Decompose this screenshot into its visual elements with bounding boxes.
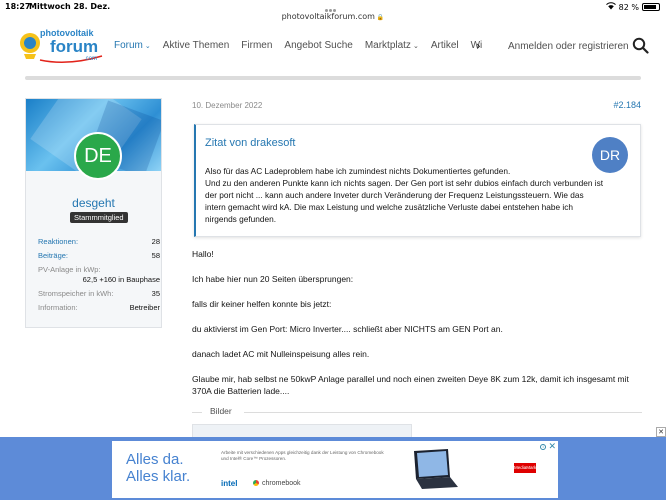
wifi-icon: [605, 2, 616, 12]
stat-row: Stromspeicher in kWh: 35: [38, 289, 160, 298]
ad-headline[interactable]: Alles da. Alles klar.: [126, 451, 190, 485]
nav-aktive-themen[interactable]: Aktive Themen: [163, 40, 230, 51]
login-register-link[interactable]: Anmelden oder registrieren: [508, 41, 629, 52]
attachments-header: Bilder: [192, 406, 642, 418]
chevron-down-icon[interactable]: ⌄: [145, 42, 151, 50]
chromebook-label: chromebook: [262, 479, 301, 487]
address-bar[interactable]: photovoltaikforum.com 🔒: [0, 12, 666, 21]
chevron-right-icon[interactable]: ›: [476, 39, 481, 53]
post-paragraph: falls dir keiner helfen konnte bis jetzt…: [192, 299, 332, 309]
logo-text-domain: .com: [84, 56, 98, 62]
quote-title[interactable]: Zitat von drakesoft: [205, 137, 296, 149]
post-body: Hallo! Ich habe hier nun 20 Seiten übers…: [192, 248, 642, 410]
post-date[interactable]: 10. Dezember 2022: [192, 101, 262, 110]
intel-logo: intel: [221, 479, 238, 488]
nav-marktplatz[interactable]: Marktplatz ⌄: [365, 40, 419, 51]
chromebook-logo: chromebook: [252, 479, 301, 487]
ad-headline-line[interactable]: Alles klar.: [126, 468, 190, 485]
quote-text: Also für das AC Ladeproblem habe ich zum…: [205, 165, 605, 225]
post-paragraph: Hallo!: [192, 249, 214, 259]
info-icon[interactable]: i: [540, 444, 546, 450]
stat-value: 58: [151, 251, 160, 260]
stat-value: Betreiber: [129, 303, 160, 312]
post-paragraph: Glaube mir, hab selbst ne 50kwP Anlage p…: [192, 374, 629, 396]
battery-icon: [642, 3, 660, 11]
status-time: 18:27: [5, 2, 31, 11]
avatar[interactable]: DE: [74, 132, 122, 180]
search-icon[interactable]: [632, 37, 649, 54]
post-paragraph: danach ladet AC mit Nulleinspeisung alle…: [192, 349, 370, 359]
header-divider: [25, 76, 641, 80]
stat-value: 62,5 +160 in Bauphase: [82, 275, 160, 284]
stat-key[interactable]: Beiträge:: [38, 251, 68, 260]
ad-banner[interactable]: Alles da. Alles klar. Arbeite mit versch…: [0, 437, 666, 500]
quote-block: Zitat von drakesoft DR Also für das AC L…: [194, 124, 641, 237]
divider: [192, 412, 202, 413]
stat-row: Reaktionen: 28: [38, 237, 160, 246]
status-date: Mittwoch 28. Dez.: [29, 2, 111, 11]
logo-text-main: forum: [50, 37, 99, 56]
ad-small-text[interactable]: Arbeite mit verschiedenen Apps gleichzei…: [221, 450, 391, 462]
stat-row: Beiträge: 58: [38, 251, 160, 260]
role-badge: Stammmitglied: [70, 212, 128, 223]
nav-firmen[interactable]: Firmen: [241, 40, 272, 51]
close-icon[interactable]: ✕: [548, 442, 556, 452]
stat-row: Information: Betreiber: [38, 303, 160, 312]
laptop-image: [408, 447, 460, 491]
nav-label[interactable]: Forum: [114, 40, 143, 51]
site-logo[interactable]: photovoltaik forum .com: [18, 26, 104, 66]
quote-line: Also für das AC Ladeproblem habe ich zum…: [205, 166, 511, 176]
battery-percent: 82 %: [618, 2, 639, 12]
ad-content[interactable]: Alles da. Alles klar. Arbeite mit versch…: [112, 441, 558, 498]
stat-row: PV-Anlage in kWp: 62,5 +160 in Bauphase: [38, 265, 160, 284]
post-paragraph: Ich habe hier nun 20 Seiten übersprungen…: [192, 274, 354, 284]
stat-key: Stromspeicher in kWh:: [38, 289, 114, 298]
nav-angebot-suche[interactable]: Angebot Suche: [284, 40, 352, 51]
lock-icon: 🔒: [376, 14, 385, 21]
stat-key: PV-Anlage in kWp:: [38, 265, 101, 274]
nav-label[interactable]: Firmen: [241, 40, 272, 51]
user-card: DE desgeht Stammmitglied Reaktionen: 28 B…: [25, 98, 162, 328]
multitask-dots-icon[interactable]: [325, 5, 339, 12]
stat-value: 35: [151, 289, 160, 298]
nav-label[interactable]: Angebot Suche: [284, 40, 352, 51]
username[interactable]: desgeht: [26, 196, 161, 210]
nav-label[interactable]: Marktplatz: [365, 40, 411, 51]
ad-headline-line[interactable]: Alles da.: [126, 451, 190, 468]
nav-artikel[interactable]: Artikel: [431, 40, 459, 51]
attachments-label: Bilder: [210, 406, 232, 416]
post-number[interactable]: #2.184: [613, 100, 641, 110]
nav-forum[interactable]: Forum ⌄: [114, 40, 151, 51]
nav-label[interactable]: Artikel: [431, 40, 459, 51]
stat-key: Information:: [38, 303, 78, 312]
url-text[interactable]: photovoltaikforum.com: [282, 12, 375, 21]
quote-line: Und zu den anderen Punkte kann ich nicht…: [205, 178, 604, 224]
divider: [244, 412, 642, 413]
site-header: photovoltaik forum .com Forum ⌄ Aktive Th…: [0, 22, 666, 70]
chrome-icon: [252, 479, 260, 487]
post-paragraph: du aktivierst im Gen Port: Micro Inverte…: [192, 324, 503, 334]
close-icon[interactable]: ✕: [656, 427, 666, 437]
user-stats: Reaktionen: 28 Beiträge: 58 PV-Anlage in k…: [38, 237, 160, 317]
chevron-down-icon[interactable]: ⌄: [413, 42, 419, 50]
mediamarkt-logo: MediaMarkt: [514, 463, 538, 473]
stat-value: 28: [151, 237, 160, 246]
stat-key[interactable]: Reaktionen:: [38, 237, 78, 246]
main-nav: Forum ⌄ Aktive Themen Firmen Angebot Such…: [114, 36, 482, 56]
nav-label[interactable]: Aktive Themen: [163, 40, 230, 51]
